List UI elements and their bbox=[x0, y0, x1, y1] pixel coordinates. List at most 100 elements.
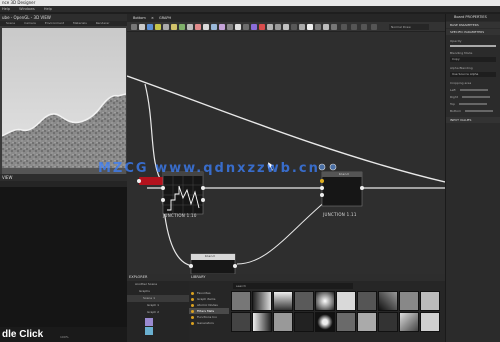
library-thumb[interactable] bbox=[294, 291, 314, 311]
blending-mode-select[interactable]: Copy bbox=[450, 57, 496, 62]
menu-item-windows[interactable]: Windows bbox=[19, 7, 35, 11]
explorer-item[interactable]: Another Scene bbox=[127, 281, 189, 288]
tool-warp-icon[interactable] bbox=[187, 24, 193, 30]
opacity-slider[interactable] bbox=[450, 45, 496, 47]
tool-input-icon[interactable] bbox=[243, 24, 249, 30]
red-node-port[interactable] bbox=[137, 179, 141, 183]
library-thumb[interactable] bbox=[273, 312, 293, 332]
library-thumb[interactable] bbox=[273, 291, 293, 311]
3d-viewport[interactable] bbox=[2, 28, 126, 174]
curve-node-output-port[interactable] bbox=[201, 186, 205, 190]
library-thumb[interactable] bbox=[357, 291, 377, 311]
library-thumb[interactable] bbox=[252, 312, 272, 332]
3d-menu-materials[interactable]: Materials bbox=[73, 21, 87, 25]
crop-bottom-row[interactable]: Bottom bbox=[446, 109, 500, 113]
explorer-item[interactable]: Scene 1 bbox=[127, 295, 189, 302]
library-thumb[interactable] bbox=[420, 291, 440, 311]
draw-mode-select[interactable]: Normal Draw bbox=[389, 24, 429, 30]
specific-parameters-section[interactable]: SPECIFIC PARAMETERS bbox=[446, 29, 500, 35]
tool-levels-icon[interactable] bbox=[155, 24, 161, 30]
red-input-node[interactable] bbox=[139, 177, 163, 185]
library-search-input[interactable]: search bbox=[233, 283, 353, 289]
tool-grayscale-icon[interactable] bbox=[283, 24, 289, 30]
right-node[interactable] bbox=[321, 171, 363, 207]
bottom-node-output-port[interactable] bbox=[233, 264, 237, 268]
right-node-input-port[interactable] bbox=[320, 179, 324, 183]
tool-color-icon[interactable] bbox=[195, 24, 201, 30]
crop-left-row[interactable]: Left bbox=[446, 88, 500, 92]
crop-top-row[interactable]: Top bbox=[446, 102, 500, 106]
library-thumb[interactable] bbox=[378, 312, 398, 332]
tool-select-icon[interactable] bbox=[131, 24, 137, 30]
caption-text: dle Click bbox=[2, 329, 44, 340]
tab-close-icon[interactable]: × bbox=[151, 16, 154, 20]
library-thumb[interactable] bbox=[357, 312, 377, 332]
3d-menu-environment[interactable]: Environment bbox=[45, 21, 64, 25]
right-node-input-port-3[interactable] bbox=[320, 193, 324, 197]
input-values-section[interactable]: INPUT VALUES bbox=[446, 117, 500, 123]
curve-node-output-port-2[interactable] bbox=[201, 198, 205, 202]
tool-channel-icon[interactable] bbox=[323, 24, 329, 30]
library-thumb[interactable] bbox=[399, 312, 419, 332]
explorer-item[interactable]: Graphs bbox=[127, 288, 189, 295]
menu-item-help[interactable]: Help bbox=[2, 7, 10, 11]
explorer-item[interactable]: Graph 1 bbox=[127, 302, 189, 309]
tool-transform-icon[interactable] bbox=[219, 24, 225, 30]
library-category[interactable]: Generators bbox=[189, 320, 229, 326]
library-thumb[interactable] bbox=[231, 291, 251, 311]
tool-distance-icon[interactable] bbox=[331, 24, 337, 30]
tool-svg-icon[interactable] bbox=[275, 24, 281, 30]
library-thumbnails bbox=[231, 291, 443, 341]
library-thumb[interactable] bbox=[336, 291, 356, 311]
tool-blur-icon[interactable] bbox=[227, 24, 233, 30]
2d-viewport[interactable] bbox=[0, 187, 127, 327]
2d-zoom-value[interactable]: 100% bbox=[60, 335, 69, 339]
tool-frame-icon[interactable] bbox=[139, 24, 145, 30]
tool-blend-icon[interactable] bbox=[147, 24, 153, 30]
bottom-node-input-port[interactable] bbox=[189, 264, 193, 268]
library-thumb[interactable] bbox=[315, 312, 335, 332]
tab-bottom[interactable]: Bottom bbox=[133, 16, 146, 20]
base-parameters-section[interactable]: BASE PARAMETERS bbox=[446, 22, 500, 28]
tool-text-icon[interactable] bbox=[259, 24, 265, 30]
library-thumb[interactable] bbox=[294, 312, 314, 332]
tool-curve-icon[interactable] bbox=[171, 24, 177, 30]
tool-align-icon[interactable] bbox=[341, 24, 347, 30]
tool-bitmap-icon[interactable] bbox=[267, 24, 273, 30]
menu-item-help-2[interactable]: Help bbox=[44, 7, 52, 11]
tool-hsl-icon[interactable] bbox=[179, 24, 185, 30]
3d-menu-renderer[interactable]: Renderer bbox=[96, 21, 110, 25]
tool-snap-icon[interactable] bbox=[351, 24, 357, 30]
curve-node-input-port-2[interactable] bbox=[161, 198, 165, 202]
library-thumb[interactable] bbox=[420, 312, 440, 332]
tool-shape-icon[interactable] bbox=[307, 24, 313, 30]
tab-graph[interactable]: GRAPH bbox=[159, 16, 171, 20]
right-node-icon-a[interactable] bbox=[318, 163, 326, 171]
tool-frame-toggle-icon[interactable] bbox=[371, 24, 377, 30]
right-node-output-port[interactable] bbox=[360, 186, 364, 190]
tool-fx-icon[interactable] bbox=[251, 24, 257, 30]
tool-emboss-icon[interactable] bbox=[291, 24, 297, 30]
tool-comment-icon[interactable] bbox=[361, 24, 367, 30]
right-node-input-port-2[interactable] bbox=[320, 186, 324, 190]
library-thumb[interactable] bbox=[315, 291, 335, 311]
right-node-icon-b[interactable] bbox=[329, 163, 337, 171]
library-thumb[interactable] bbox=[336, 312, 356, 332]
tool-uniform-icon[interactable] bbox=[203, 24, 209, 30]
crop-right-row[interactable]: Right bbox=[446, 95, 500, 99]
3d-menu-camera[interactable]: Camera bbox=[24, 21, 36, 25]
library-thumb[interactable] bbox=[252, 291, 272, 311]
folder-icon bbox=[191, 309, 194, 313]
tool-tile-icon[interactable] bbox=[299, 24, 305, 30]
3d-menu-scene[interactable]: Scene bbox=[6, 21, 15, 25]
library-thumb[interactable] bbox=[399, 291, 419, 311]
curve-node-input-port[interactable] bbox=[161, 186, 165, 190]
tool-gradient-icon[interactable] bbox=[163, 24, 169, 30]
explorer-item[interactable]: Graph 2 bbox=[127, 309, 189, 316]
library-thumb[interactable] bbox=[378, 291, 398, 311]
alpha-blending-select[interactable]: Use Source Alpha bbox=[450, 72, 496, 77]
tool-normal-icon[interactable] bbox=[211, 24, 217, 30]
library-thumb[interactable] bbox=[231, 312, 251, 332]
tool-output-icon[interactable] bbox=[235, 24, 241, 30]
tool-edge-icon[interactable] bbox=[315, 24, 321, 30]
